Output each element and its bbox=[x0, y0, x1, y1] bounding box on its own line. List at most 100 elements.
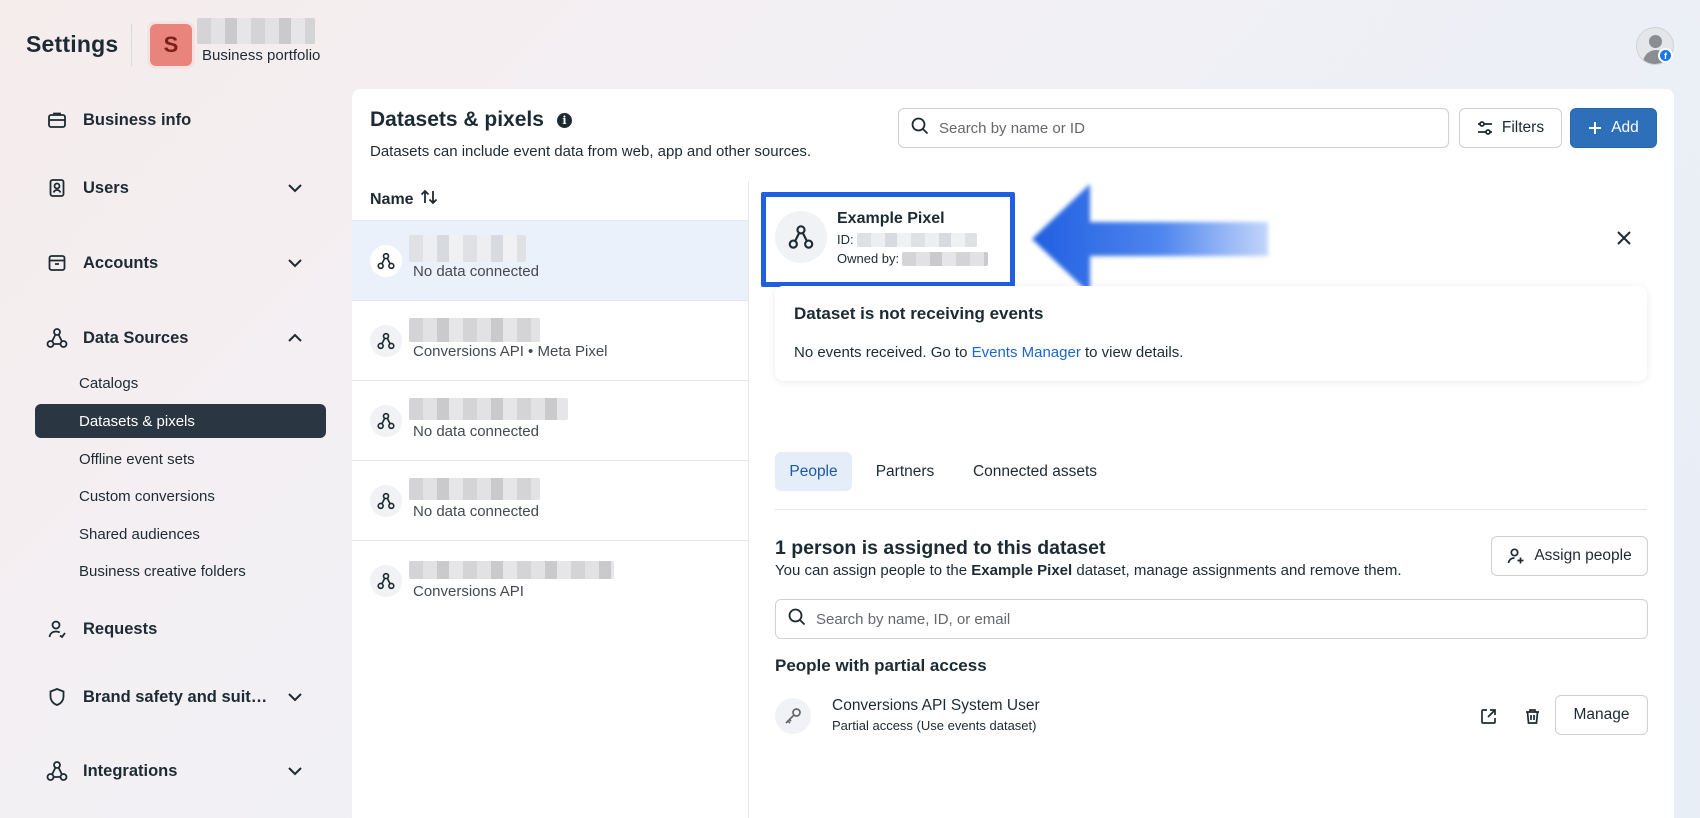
people-search-input[interactable] bbox=[816, 610, 1590, 628]
dataset-name-redacted bbox=[409, 318, 540, 342]
dataset-search-input[interactable] bbox=[939, 119, 1423, 137]
sidebar-item-label: Integrations bbox=[83, 761, 178, 780]
key-icon bbox=[775, 698, 811, 734]
open-external-button[interactable] bbox=[1476, 704, 1500, 728]
sidebar-subitem-shared-audiences[interactable]: Shared audiences bbox=[35, 517, 326, 551]
header-divider bbox=[131, 24, 132, 66]
dataset-status: No data connected bbox=[413, 263, 539, 280]
portfolio-name-redacted[interactable] bbox=[197, 18, 315, 44]
list-item[interactable]: No data connected bbox=[352, 461, 748, 541]
external-link-icon bbox=[1480, 708, 1496, 724]
dataset-icon bbox=[370, 325, 402, 357]
dataset-icon bbox=[370, 405, 402, 437]
search-icon bbox=[911, 117, 929, 140]
filters-label: Filters bbox=[1501, 119, 1545, 136]
list-detail-divider bbox=[748, 181, 749, 818]
tab-people[interactable]: People bbox=[775, 452, 852, 491]
partial-access-title: People with partial access bbox=[775, 656, 987, 675]
dataset-status: No data connected bbox=[413, 423, 539, 440]
alert-text-after: to view details. bbox=[1080, 344, 1184, 361]
sidebar-item-label: Data Sources bbox=[83, 328, 189, 347]
portfolio-label[interactable]: Business portfolio bbox=[202, 47, 320, 64]
status-alert-card: Dataset is not receiving events No event… bbox=[775, 286, 1647, 381]
avatar-head bbox=[1649, 35, 1662, 48]
close-detail-button[interactable] bbox=[1611, 225, 1637, 251]
shield-icon bbox=[45, 685, 69, 709]
list-item[interactable]: No data connected bbox=[352, 381, 748, 461]
remove-user-button[interactable] bbox=[1520, 704, 1544, 728]
page-subtitle: Datasets can include event data from web… bbox=[370, 143, 812, 160]
people-desc-before: You can assign people to the bbox=[775, 562, 972, 579]
filters-button[interactable]: Filters bbox=[1459, 108, 1562, 148]
people-section-desc: You can assign people to the Example Pix… bbox=[775, 562, 1402, 579]
sidebar-item-business-info[interactable]: Business info bbox=[35, 100, 325, 140]
highlight-box bbox=[761, 192, 1015, 287]
tab-partners[interactable]: Partners bbox=[862, 452, 948, 491]
integrations-icon bbox=[45, 759, 69, 783]
assign-people-button[interactable]: Assign people bbox=[1491, 536, 1648, 576]
list-header-label: Name bbox=[370, 190, 414, 208]
sidebar-item-users[interactable]: Users bbox=[35, 168, 325, 208]
system-user-access: Partial access (Use events dataset) bbox=[832, 718, 1037, 733]
dataset-search[interactable] bbox=[898, 108, 1449, 148]
sidebar-subitem-catalogs[interactable]: Catalogs bbox=[35, 366, 326, 400]
dataset-name-redacted bbox=[409, 398, 568, 420]
manage-label: Manage bbox=[1573, 706, 1630, 723]
trash-icon bbox=[1525, 708, 1539, 724]
pointer-arrow-icon bbox=[1032, 184, 1268, 294]
chevron-down-icon bbox=[287, 180, 303, 201]
close-icon bbox=[1617, 231, 1631, 245]
plus-icon bbox=[1588, 121, 1602, 135]
page-title-text: Datasets & pixels bbox=[370, 108, 544, 131]
chevron-down-icon bbox=[287, 689, 303, 710]
app-title: Settings bbox=[26, 31, 119, 57]
manage-button[interactable]: Manage bbox=[1555, 695, 1648, 735]
sidebar-item-integrations[interactable]: Integrations bbox=[35, 751, 325, 791]
dataset-status: Conversions API • Meta Pixel bbox=[413, 343, 608, 360]
dataset-name-redacted bbox=[409, 235, 526, 262]
list-item[interactable]: Conversions API bbox=[352, 541, 748, 621]
user-badge-icon bbox=[45, 176, 69, 200]
add-person-icon bbox=[1507, 547, 1525, 565]
sidebar-item-data-sources[interactable]: Data Sources bbox=[35, 318, 325, 358]
people-search[interactable] bbox=[775, 599, 1648, 639]
tabs-divider bbox=[775, 509, 1647, 510]
sidebar-subitem-business-creative-folders[interactable]: Business creative folders bbox=[35, 554, 326, 588]
dataset-status: Conversions API bbox=[413, 583, 524, 600]
list-item[interactable]: Conversions API • Meta Pixel bbox=[352, 301, 748, 381]
alert-text-before: No events received. Go to bbox=[794, 344, 972, 361]
sidebar-item-requests[interactable]: Requests bbox=[35, 609, 325, 649]
dataset-status: No data connected bbox=[413, 503, 539, 520]
sidebar-item-accounts[interactable]: Accounts bbox=[35, 243, 325, 283]
add-label: Add bbox=[1611, 119, 1639, 136]
tab-connected-assets[interactable]: Connected assets bbox=[960, 452, 1110, 491]
sidebar-item-label: Business info bbox=[83, 110, 192, 129]
page-title: Datasets & pixels i bbox=[370, 108, 572, 132]
chevron-down-icon bbox=[287, 255, 303, 276]
sidebar-item-label: Brand safety and suit… bbox=[83, 687, 268, 706]
chevron-down-icon bbox=[287, 763, 303, 784]
sort-icon[interactable] bbox=[420, 189, 438, 210]
add-button[interactable]: Add bbox=[1570, 108, 1657, 148]
dataset-list: No data connected Conversions API • Meta… bbox=[352, 221, 748, 621]
assign-people-label: Assign people bbox=[1534, 547, 1632, 564]
portfolio-avatar[interactable]: S bbox=[150, 24, 192, 66]
briefcase-icon bbox=[45, 108, 69, 132]
alert-text: No events received. Go to Events Manager… bbox=[794, 344, 1183, 361]
list-header-name[interactable]: Name bbox=[370, 189, 438, 210]
sidebar-subitem-offline-event-sets[interactable]: Offline event sets bbox=[35, 442, 326, 476]
list-item[interactable]: No data connected bbox=[352, 221, 748, 301]
facebook-badge-icon: f bbox=[1658, 48, 1673, 63]
events-manager-link[interactable]: Events Manager bbox=[972, 344, 1081, 361]
search-icon bbox=[788, 608, 806, 631]
dataset-icon bbox=[370, 245, 402, 277]
archive-box-icon bbox=[45, 251, 69, 275]
person-request-icon bbox=[45, 617, 69, 641]
sliders-icon bbox=[1477, 120, 1493, 136]
info-icon[interactable]: i bbox=[556, 112, 572, 128]
sidebar-subitem-datasets-pixels[interactable]: Datasets & pixels bbox=[35, 404, 326, 438]
sidebar-item-brand-safety[interactable]: Brand safety and suit… bbox=[35, 677, 325, 717]
chevron-up-icon bbox=[287, 330, 303, 351]
alert-title: Dataset is not receiving events bbox=[794, 304, 1044, 323]
sidebar-subitem-custom-conversions[interactable]: Custom conversions bbox=[35, 479, 326, 513]
